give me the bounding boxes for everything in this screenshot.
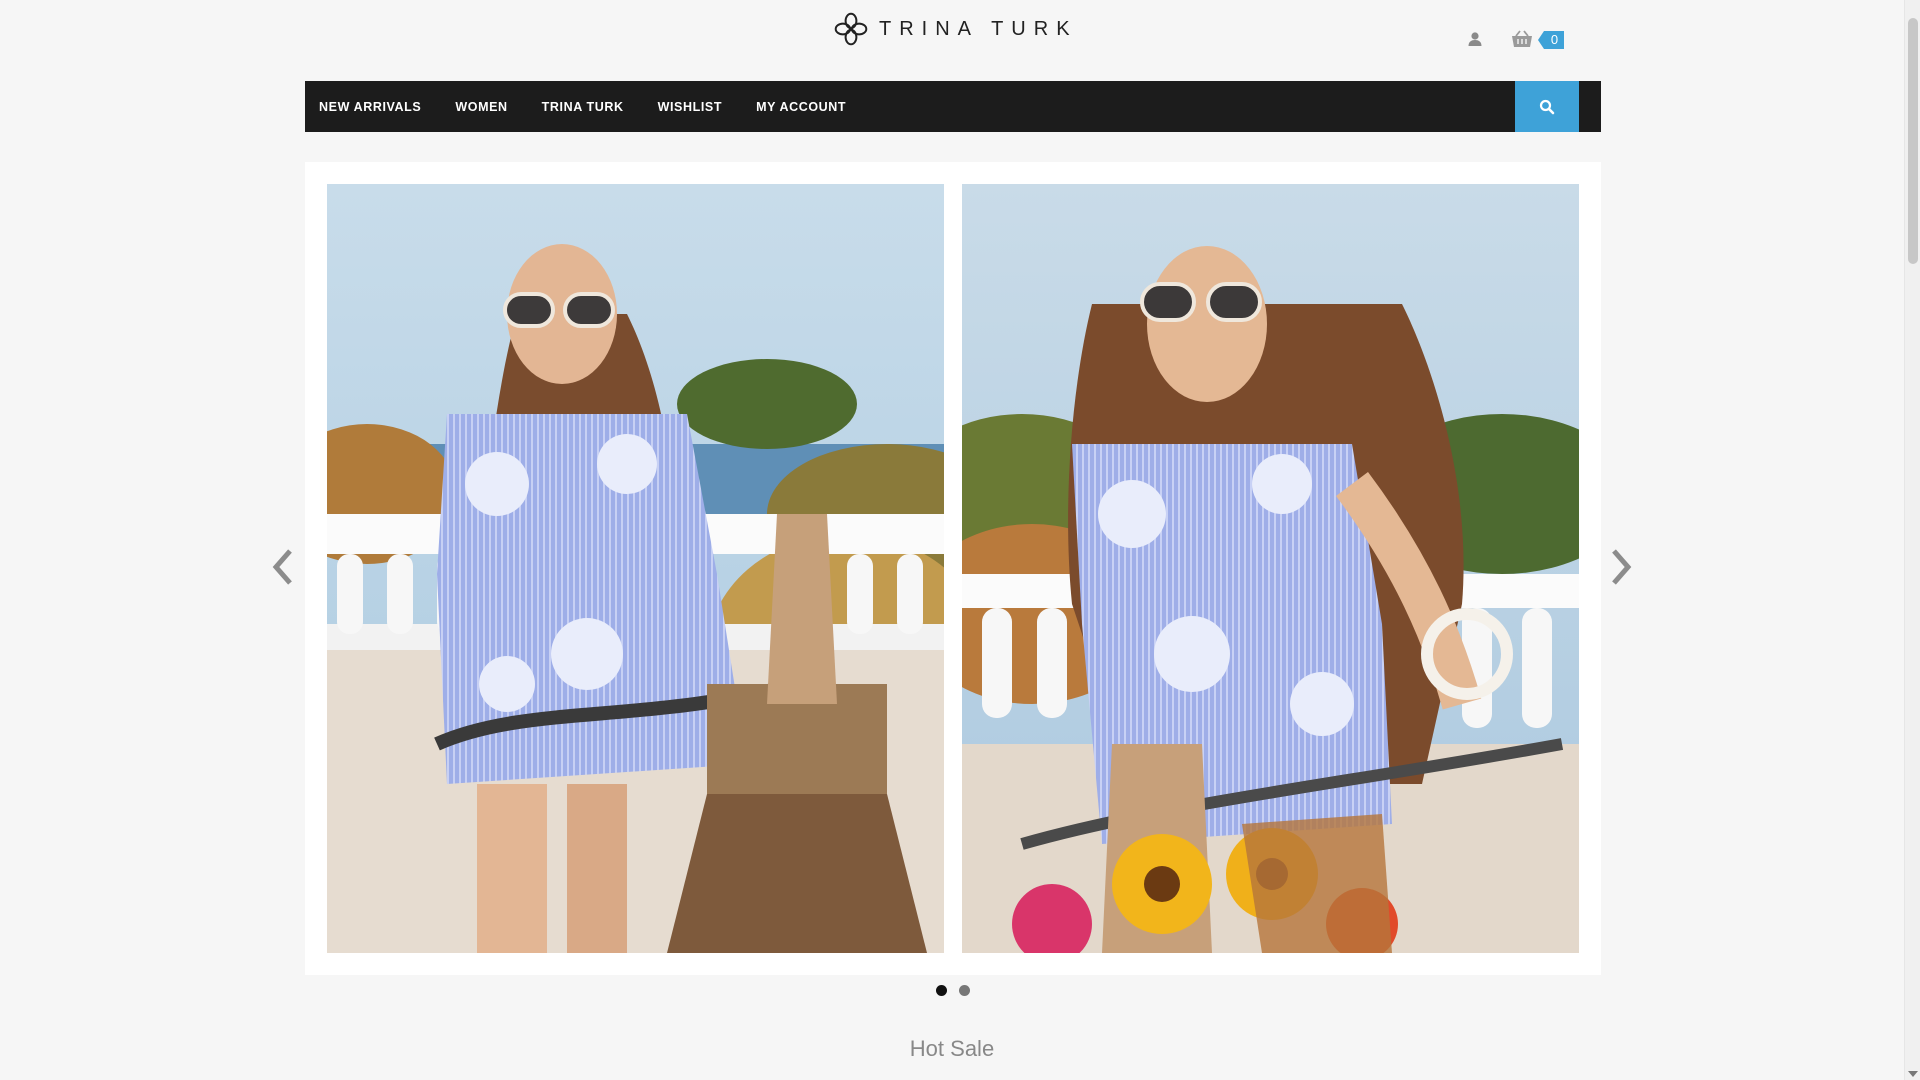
scrollbar-thumb[interactable]: [1908, 18, 1918, 264]
slider-next-button[interactable]: [1606, 545, 1636, 589]
nav-item-wishlist[interactable]: WISHLIST: [658, 100, 723, 114]
site-header: TRINA TURK 0: [0, 0, 1904, 81]
hot-sale-heading: Hot Sale: [909, 1036, 995, 1061]
search-icon: [1539, 99, 1555, 114]
nav-item-women[interactable]: WOMEN: [455, 100, 507, 114]
brand-logo[interactable]: TRINA TURK: [833, 10, 1078, 48]
slider-dot-2[interactable]: [959, 985, 970, 996]
cart-count-badge: 0: [1538, 31, 1564, 49]
logo-flower-icon: [834, 12, 868, 46]
slider-dot-1[interactable]: [936, 985, 947, 996]
brand-name: TRINA TURK: [879, 17, 1078, 40]
chevron-left-icon: [272, 549, 292, 585]
chevron-right-icon: [1612, 549, 1632, 585]
hero-slider: [305, 162, 1601, 975]
scroll-down-arrow-icon[interactable]: [1908, 1071, 1918, 1077]
slide-image-sunflowers[interactable]: [962, 184, 1579, 953]
cart-button[interactable]: 0: [1510, 26, 1572, 52]
slider-pagination: [936, 985, 970, 996]
slider-prev-button[interactable]: [268, 545, 298, 589]
slide-image-bicycle[interactable]: [327, 184, 944, 953]
main-navigation: NEW ARRIVALS WOMEN TRINA TURK WISHLIST M…: [305, 81, 1601, 132]
page-scrollbar[interactable]: [1904, 0, 1920, 1080]
search-button[interactable]: [1515, 81, 1579, 132]
nav-item-trina-turk[interactable]: TRINA TURK: [542, 100, 624, 114]
nav-item-new-arrivals[interactable]: NEW ARRIVALS: [319, 100, 421, 114]
basket-icon: [1512, 30, 1532, 47]
nav-item-my-account[interactable]: MY ACCOUNT: [756, 100, 846, 114]
user-icon[interactable]: [1462, 26, 1488, 52]
